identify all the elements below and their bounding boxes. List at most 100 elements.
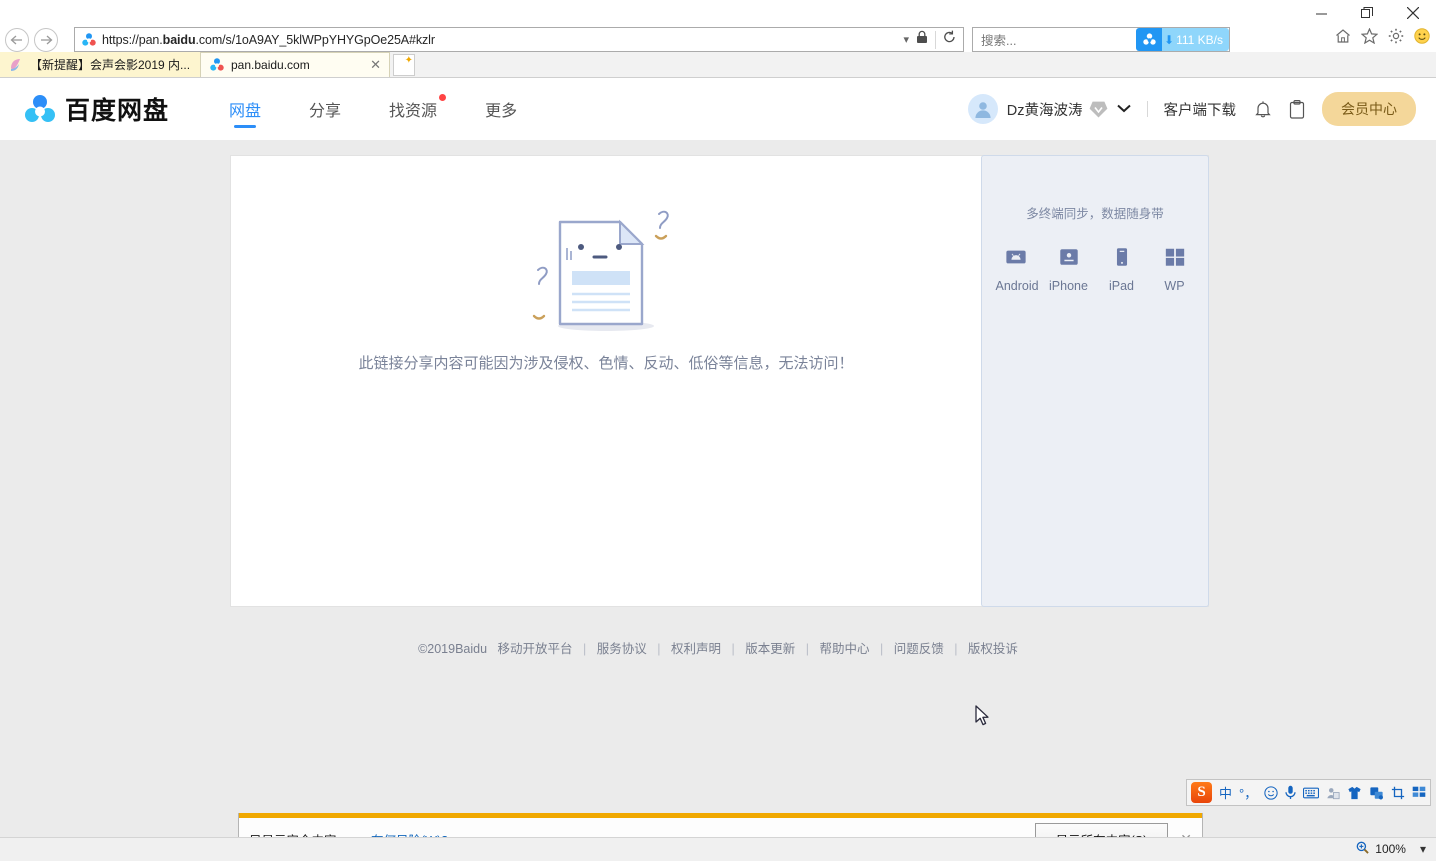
platform-list: Android iPhone iPad WP [982, 246, 1208, 293]
vip-heart-badge-icon [1089, 101, 1107, 117]
browser-chrome: https://pan.baidu.com/s/1oA9AY_5klWPpYHY… [0, 0, 1436, 52]
footer-link-rights-statement[interactable]: 权利声明 [671, 642, 721, 656]
search-input[interactable]: 搜索... [973, 30, 1136, 49]
ime-grid-apps-icon[interactable] [1412, 786, 1426, 800]
window-controls [1298, 0, 1436, 26]
site-header: 百度网盘 网盘 分享 找资源 更多 Dz黄海波涛 客户端下载 会员中心 [0, 78, 1436, 140]
tab-inactive[interactable]: 【新提醒】会声会影2019 内... [0, 52, 200, 77]
footer-link-service-agreement[interactable]: 服务协议 [597, 642, 647, 656]
footer-divider: | [583, 642, 587, 656]
main-navigation: 网盘 分享 找资源 更多 [229, 78, 565, 140]
smiley-feedback-icon[interactable] [1414, 28, 1430, 49]
footer-divider: | [954, 642, 958, 656]
url-dropdown-icon[interactable]: ▾ [903, 33, 909, 46]
user-area: Dz黄海波涛 客户端下载 会员中心 [967, 92, 1416, 126]
address-bar-icons: ▾ [903, 30, 959, 49]
footer-link-help-center[interactable]: 帮助中心 [819, 642, 869, 656]
address-bar[interactable]: https://pan.baidu.com/s/1oA9AY_5klWPpYHY… [74, 27, 964, 52]
mouse-cursor [975, 705, 989, 726]
panel-title: 多终端同步，数据随身带 [1026, 207, 1164, 221]
ime-emoji-icon[interactable] [1264, 785, 1278, 800]
browser-search-bar[interactable]: 搜索... ⬇ 111 KB/s [972, 27, 1230, 52]
tab-strip: 【新提醒】会声会影2019 内... pan.baidu.com ✕ ✦ [0, 52, 1436, 78]
maximize-restore-button[interactable] [1344, 0, 1390, 26]
nav-item-share[interactable]: 分享 [309, 78, 341, 140]
nav-label: 更多 [485, 103, 518, 120]
header-divider [1146, 101, 1148, 117]
platform-ipad[interactable]: iPad [1102, 246, 1142, 293]
zoom-control[interactable]: 100% ▾ [1356, 841, 1426, 857]
platform-label: iPhone [1049, 279, 1088, 293]
refresh-icon[interactable] [943, 30, 956, 49]
ime-keyboard-icon[interactable] [1303, 787, 1320, 799]
nav-item-wangpan[interactable]: 网盘 [229, 78, 261, 140]
ime-microphone-icon[interactable] [1285, 785, 1296, 800]
baidu-netdisk-extension-icon[interactable] [1136, 28, 1163, 51]
android-icon [1005, 250, 1026, 264]
user-menu-chevron-down-icon[interactable] [1116, 102, 1131, 116]
footer-divider: | [657, 642, 661, 656]
ime-skin-shirt-icon[interactable] [1347, 786, 1362, 800]
nav-item-find-resource[interactable]: 找资源 [389, 78, 447, 140]
ime-chinese-mode-icon[interactable]: 中 [1219, 783, 1232, 802]
forward-button[interactable] [34, 27, 58, 52]
bell-icon[interactable] [1254, 100, 1272, 119]
baidu-pan-logo-icon [25, 95, 55, 122]
favorites-star-icon[interactable] [1360, 27, 1379, 49]
copyright: ©2019Baidu [418, 642, 488, 656]
site-logo-text: 百度网盘 [65, 97, 170, 125]
baidu-pan-favicon [210, 58, 224, 71]
new-tab-star-icon: ✦ [404, 55, 413, 66]
content-card: 此链接分享内容可能因为涉及侵权、色情、反动、低俗等信息，无法访问！ 多终端同步，… [230, 155, 1209, 607]
footer-link-version-update[interactable]: 版本更新 [745, 642, 795, 656]
ime-punctuation-icon[interactable]: °， [1239, 783, 1257, 802]
site-logo[interactable]: 百度网盘 [24, 91, 169, 127]
tab-close-button[interactable]: ✕ [370, 57, 381, 73]
footer-link-copyright-complaint[interactable]: 版权投诉 [968, 642, 1018, 656]
platform-wp[interactable]: WP [1155, 246, 1195, 293]
client-download-link[interactable]: 客户端下载 [1164, 99, 1237, 120]
back-button[interactable] [5, 27, 29, 52]
clipboard-icon[interactable] [1289, 99, 1305, 119]
nav-label: 分享 [309, 103, 342, 120]
footer-link-mobile-platform[interactable]: 移动开放平台 [498, 642, 573, 656]
username[interactable]: Dz黄海波涛 [1007, 99, 1083, 120]
member-center-button[interactable]: 会员中心 [1322, 92, 1416, 126]
magnifier-plus-icon [1356, 841, 1369, 857]
error-content-area: 此链接分享内容可能因为涉及侵权、色情、反动、低俗等信息，无法访问！ [231, 156, 981, 606]
error-message: 此链接分享内容可能因为涉及侵权、色情、反动、低俗等信息，无法访问！ [358, 355, 854, 372]
notification-dot-icon [439, 94, 447, 101]
ime-crop-screenshot-icon[interactable] [1391, 786, 1405, 800]
new-tab-button[interactable]: ✦ [393, 54, 415, 76]
iphone-icon [1059, 249, 1078, 265]
avatar[interactable] [967, 94, 998, 124]
footer-divider: | [879, 642, 884, 656]
footer-link-feedback[interactable]: 问题反馈 [894, 642, 944, 656]
ime-toolbox-icon[interactable] [1369, 786, 1384, 800]
sogou-ime-logo-icon[interactable]: S [1191, 782, 1212, 803]
footer-divider: | [731, 642, 735, 656]
web-page: 百度网盘 网盘 分享 找资源 更多 Dz黄海波涛 客户端下载 会员中心 此链接分… [0, 78, 1436, 861]
ime-user-icon[interactable] [1326, 786, 1340, 800]
platform-label: iPad [1108, 279, 1135, 293]
tab-title: pan.baidu.com [231, 58, 310, 72]
download-speed-value: ⬇ 111 KB/s [1162, 28, 1229, 51]
browser-toolbar-icons [1335, 27, 1430, 49]
download-speed-chip[interactable]: ⬇ 111 KB/s [1136, 28, 1229, 51]
minimize-button[interactable] [1298, 0, 1344, 26]
ime-toolbar: S 中 °， [1186, 779, 1432, 806]
zoom-level: 100% [1375, 842, 1406, 856]
platform-iphone[interactable]: iPhone [1049, 246, 1089, 293]
url-text[interactable]: https://pan.baidu.com/s/1oA9AY_5klWPpYHY… [102, 33, 903, 47]
zoom-chevron-down-icon[interactable]: ▾ [1420, 842, 1426, 856]
addressbar-divider [935, 30, 936, 49]
home-icon[interactable] [1335, 28, 1351, 49]
broken-document-illustration [532, 210, 669, 331]
close-window-button[interactable] [1390, 0, 1436, 26]
nav-label: 找资源 [389, 103, 438, 120]
nav-item-more[interactable]: 更多 [485, 78, 517, 140]
tab-active[interactable]: pan.baidu.com ✕ [200, 52, 390, 77]
windows-phone-icon [1165, 248, 1184, 266]
gear-icon[interactable] [1388, 28, 1404, 49]
platform-android[interactable]: Android [996, 246, 1039, 293]
